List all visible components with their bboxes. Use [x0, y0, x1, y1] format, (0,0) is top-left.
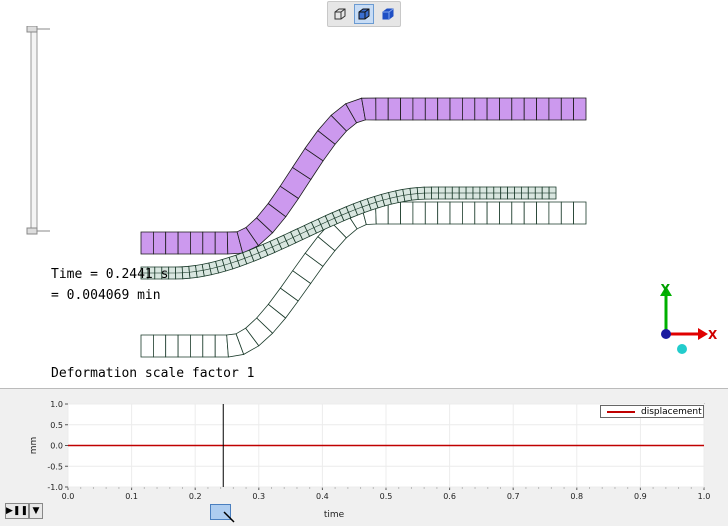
mesh-element [140, 231, 154, 255]
playback-controls: ▶❚❚ ▼ [5, 503, 43, 519]
mesh-element [523, 97, 537, 121]
y-tick-label: 1.0 [50, 400, 63, 409]
y-tick-label: 0.0 [50, 442, 63, 451]
mesh-element [214, 334, 229, 358]
mesh-element [548, 97, 562, 121]
mesh-element [412, 201, 426, 225]
model-viewport[interactable]: Time = 0.2441 s = 0.004069 min Deformati… [0, 0, 728, 389]
y-axis-label: Y [660, 282, 670, 296]
mesh-element [375, 97, 389, 121]
mesh-element [177, 334, 191, 358]
x-tick-label: 0.5 [380, 492, 393, 501]
y-tick-label: -1.0 [47, 483, 63, 492]
pivot-point [677, 344, 687, 354]
y-tick-label: 0.5 [50, 421, 63, 430]
x-tick-label: 0.3 [252, 492, 265, 501]
play-pause-button[interactable]: ▶❚❚ [5, 503, 29, 519]
mesh-element [189, 231, 204, 255]
chevron-down-icon: ▼ [32, 506, 40, 516]
mesh-element [560, 97, 574, 121]
mesh-element [202, 334, 216, 358]
lower-beam [140, 201, 587, 358]
upper-beam [140, 97, 587, 255]
z-axis-dot [661, 329, 671, 339]
x-tick-label: 0.0 [62, 492, 75, 501]
mesh-element [461, 97, 476, 121]
time-readout-minutes: = 0.004069 min [51, 288, 161, 303]
mesh-element [214, 231, 229, 255]
mesh-element [412, 97, 426, 121]
x-axis-label: X [708, 328, 718, 342]
x-tick-label: 0.2 [189, 492, 202, 501]
y-axis-title: mm [29, 437, 39, 455]
mesh-element [536, 201, 550, 225]
mesh-element [152, 231, 167, 255]
chart-legend: displacement [600, 405, 704, 418]
mesh-element [177, 231, 191, 255]
mesh-element [486, 97, 500, 121]
mesh-element [387, 97, 402, 121]
mesh-element [449, 97, 463, 121]
playback-options-dropdown[interactable]: ▼ [29, 503, 43, 519]
mesh-element [424, 97, 439, 121]
mesh-element [486, 201, 500, 225]
mesh-element [387, 201, 402, 225]
mesh-element [499, 201, 513, 225]
mesh-element [400, 97, 414, 121]
mesh-element [548, 201, 562, 225]
mesh-element [511, 201, 525, 225]
legend-series-label: displacement [641, 406, 702, 417]
mesh-element [523, 201, 537, 225]
mouse-cursor-icon [223, 511, 235, 523]
x-tick-label: 0.1 [125, 492, 138, 501]
mesh-element [437, 201, 451, 225]
x-tick-label: 0.9 [634, 492, 647, 501]
legend-line-swatch [607, 410, 635, 413]
play-pause-icon: ▶❚❚ [6, 506, 29, 516]
deformation-scale-label: Deformation scale factor 1 [51, 366, 255, 381]
x-tick-label: 0.8 [570, 492, 583, 501]
mesh-element [536, 97, 550, 121]
mesh-element [461, 201, 476, 225]
axis-triad: Y X [660, 282, 718, 354]
y-tick-label: -0.5 [47, 462, 63, 471]
mesh-element [474, 97, 488, 121]
deformed-mesh-drawing [140, 97, 587, 358]
mesh-element [511, 97, 525, 121]
mesh-element [449, 201, 463, 225]
x-tick-label: 0.4 [316, 492, 329, 501]
x-tick-label: 0.7 [507, 492, 520, 501]
x-axis-title: time [324, 510, 345, 520]
mesh-element [573, 97, 587, 121]
mesh-element [165, 231, 179, 255]
mesh-element [202, 231, 216, 255]
x-tick-label: 1.0 [698, 492, 711, 501]
time-readout-seconds: Time = 0.2441 s [51, 267, 169, 282]
x-tick-label: 0.6 [443, 492, 456, 501]
mesh-element [573, 201, 587, 225]
mesh-element [140, 334, 154, 358]
mesh-element [424, 201, 439, 225]
mesh-element [189, 334, 204, 358]
mesh-element [474, 201, 488, 225]
mesh-element [499, 97, 513, 121]
mesh-element [152, 334, 167, 358]
mesh-element [165, 334, 179, 358]
mesh-element [437, 97, 451, 121]
mesh-element [400, 201, 414, 225]
mesh-element [560, 201, 574, 225]
